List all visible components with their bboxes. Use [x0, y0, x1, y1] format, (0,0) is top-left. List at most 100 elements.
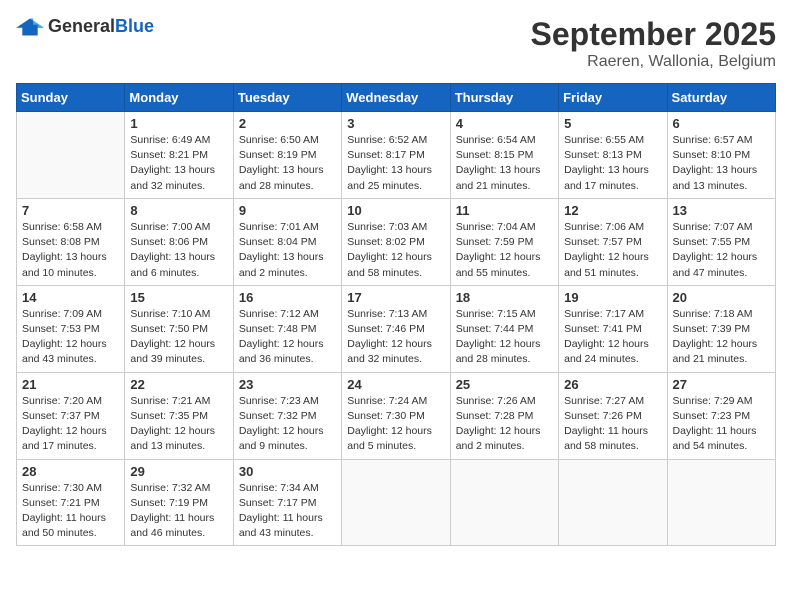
day-number: 3 — [347, 116, 444, 131]
day-info: Sunrise: 7:26 AMSunset: 7:28 PMDaylight:… — [456, 394, 553, 455]
day-number: 14 — [22, 290, 119, 305]
day-cell — [667, 459, 775, 546]
day-info: Sunrise: 7:00 AMSunset: 8:06 PMDaylight:… — [130, 220, 227, 281]
day-number: 23 — [239, 377, 336, 392]
day-cell: 27 Sunrise: 7:29 AMSunset: 7:23 PMDayligh… — [667, 372, 775, 459]
day-number: 30 — [239, 464, 336, 479]
day-number: 2 — [239, 116, 336, 131]
day-cell — [17, 112, 125, 199]
day-cell: 21 Sunrise: 7:20 AMSunset: 7:37 PMDayligh… — [17, 372, 125, 459]
day-info: Sunrise: 7:12 AMSunset: 7:48 PMDaylight:… — [239, 307, 336, 368]
day-number: 17 — [347, 290, 444, 305]
day-cell: 29Sunrise: 7:32 AMSunset: 7:19 PMDayligh… — [125, 459, 233, 546]
day-number: 12 — [564, 203, 661, 218]
day-info: Sunrise: 7:18 AMSunset: 7:39 PMDaylight:… — [673, 307, 770, 368]
day-number: 8 — [130, 203, 227, 218]
week-row-3: 14 Sunrise: 7:09 AMSunset: 7:53 PMDayligh… — [17, 285, 776, 372]
day-number: 4 — [456, 116, 553, 131]
day-number: 7 — [22, 203, 119, 218]
logo-general: General — [48, 16, 115, 36]
day-cell: 2 Sunrise: 6:50 AMSunset: 8:19 PMDaylight… — [233, 112, 341, 199]
location-title: Raeren, Wallonia, Belgium — [531, 53, 776, 71]
day-number: 24 — [347, 377, 444, 392]
day-number: 25 — [456, 377, 553, 392]
day-info: Sunrise: 7:34 AMSunset: 7:17 PMDaylight:… — [239, 481, 336, 542]
day-info: Sunrise: 7:07 AMSunset: 7:55 PMDaylight:… — [673, 220, 770, 281]
day-number: 6 — [673, 116, 770, 131]
day-number: 16 — [239, 290, 336, 305]
day-info: Sunrise: 7:30 AMSunset: 7:21 PMDaylight:… — [22, 481, 119, 542]
day-cell: 11 Sunrise: 7:04 AMSunset: 7:59 PMDayligh… — [450, 198, 558, 285]
day-number: 27 — [673, 377, 770, 392]
day-cell: 12Sunrise: 7:06 AMSunset: 7:57 PMDayligh… — [559, 198, 667, 285]
logo-text: GeneralBlue — [48, 16, 154, 37]
day-cell: 30 Sunrise: 7:34 AMSunset: 7:17 PMDayligh… — [233, 459, 341, 546]
day-cell: 25 Sunrise: 7:26 AMSunset: 7:28 PMDayligh… — [450, 372, 558, 459]
day-cell: 4 Sunrise: 6:54 AMSunset: 8:15 PMDaylight… — [450, 112, 558, 199]
day-info: Sunrise: 7:17 AMSunset: 7:41 PMDaylight:… — [564, 307, 661, 368]
header: GeneralBlue September 2025 Raeren, Wallo… — [16, 16, 776, 71]
day-cell: 7Sunrise: 6:58 AMSunset: 8:08 PMDaylight… — [17, 198, 125, 285]
day-cell — [450, 459, 558, 546]
day-info: Sunrise: 7:01 AMSunset: 8:04 PMDaylight:… — [239, 220, 336, 281]
day-cell: 15 Sunrise: 7:10 AMSunset: 7:50 PMDayligh… — [125, 285, 233, 372]
day-info: Sunrise: 7:20 AMSunset: 7:37 PMDaylight:… — [22, 394, 119, 455]
day-number: 13 — [673, 203, 770, 218]
day-cell: 17 Sunrise: 7:13 AMSunset: 7:46 PMDayligh… — [342, 285, 450, 372]
day-number: 5 — [564, 116, 661, 131]
day-cell: 19 Sunrise: 7:17 AMSunset: 7:41 PMDayligh… — [559, 285, 667, 372]
week-row-4: 21 Sunrise: 7:20 AMSunset: 7:37 PMDayligh… — [17, 372, 776, 459]
day-number: 9 — [239, 203, 336, 218]
logo-icon — [16, 17, 44, 37]
logo-blue: Blue — [115, 16, 154, 36]
day-cell: 8 Sunrise: 7:00 AMSunset: 8:06 PMDaylight… — [125, 198, 233, 285]
weekday-header-tuesday: Tuesday — [233, 84, 341, 112]
day-cell — [559, 459, 667, 546]
day-info: Sunrise: 6:54 AMSunset: 8:15 PMDaylight:… — [456, 133, 553, 194]
day-info: Sunrise: 6:49 AMSunset: 8:21 PMDaylight:… — [130, 133, 227, 194]
title-area: September 2025 Raeren, Wallonia, Belgium — [531, 16, 776, 71]
day-cell: 18 Sunrise: 7:15 AMSunset: 7:44 PMDayligh… — [450, 285, 558, 372]
day-info: Sunrise: 7:13 AMSunset: 7:46 PMDaylight:… — [347, 307, 444, 368]
day-number: 1 — [130, 116, 227, 131]
day-number: 11 — [456, 203, 553, 218]
day-info: Sunrise: 7:24 AMSunset: 7:30 PMDaylight:… — [347, 394, 444, 455]
day-cell: 16 Sunrise: 7:12 AMSunset: 7:48 PMDayligh… — [233, 285, 341, 372]
day-info: Sunrise: 6:57 AMSunset: 8:10 PMDaylight:… — [673, 133, 770, 194]
day-info: Sunrise: 7:32 AMSunset: 7:19 PMDaylight:… — [130, 481, 227, 542]
day-info: Sunrise: 7:10 AMSunset: 7:50 PMDaylight:… — [130, 307, 227, 368]
day-info: Sunrise: 6:50 AMSunset: 8:19 PMDaylight:… — [239, 133, 336, 194]
day-cell: 28 Sunrise: 7:30 AMSunset: 7:21 PMDayligh… — [17, 459, 125, 546]
day-info: Sunrise: 7:09 AMSunset: 7:53 PMDaylight:… — [22, 307, 119, 368]
day-info: Sunrise: 7:23 AMSunset: 7:32 PMDaylight:… — [239, 394, 336, 455]
day-number: 18 — [456, 290, 553, 305]
day-info: Sunrise: 7:03 AMSunset: 8:02 PMDaylight:… — [347, 220, 444, 281]
day-cell — [342, 459, 450, 546]
day-info: Sunrise: 7:04 AMSunset: 7:59 PMDaylight:… — [456, 220, 553, 281]
day-number: 15 — [130, 290, 227, 305]
weekday-header-row: SundayMondayTuesdayWednesdayThursdayFrid… — [17, 84, 776, 112]
day-number: 26 — [564, 377, 661, 392]
week-row-2: 7Sunrise: 6:58 AMSunset: 8:08 PMDaylight… — [17, 198, 776, 285]
day-info: Sunrise: 7:15 AMSunset: 7:44 PMDaylight:… — [456, 307, 553, 368]
logo: GeneralBlue — [16, 16, 154, 37]
day-cell: 10Sunrise: 7:03 AMSunset: 8:02 PMDayligh… — [342, 198, 450, 285]
day-number: 20 — [673, 290, 770, 305]
day-cell: 13 Sunrise: 7:07 AMSunset: 7:55 PMDayligh… — [667, 198, 775, 285]
day-cell: 5Sunrise: 6:55 AMSunset: 8:13 PMDaylight… — [559, 112, 667, 199]
month-title: September 2025 — [531, 16, 776, 53]
day-number: 19 — [564, 290, 661, 305]
weekday-header-friday: Friday — [559, 84, 667, 112]
day-info: Sunrise: 7:29 AMSunset: 7:23 PMDaylight:… — [673, 394, 770, 455]
weekday-header-monday: Monday — [125, 84, 233, 112]
calendar: SundayMondayTuesdayWednesdayThursdayFrid… — [16, 83, 776, 546]
weekday-header-wednesday: Wednesday — [342, 84, 450, 112]
day-number: 28 — [22, 464, 119, 479]
day-cell: 9 Sunrise: 7:01 AMSunset: 8:04 PMDaylight… — [233, 198, 341, 285]
day-cell: 26Sunrise: 7:27 AMSunset: 7:26 PMDayligh… — [559, 372, 667, 459]
day-cell: 14 Sunrise: 7:09 AMSunset: 7:53 PMDayligh… — [17, 285, 125, 372]
weekday-header-sunday: Sunday — [17, 84, 125, 112]
day-cell: 23 Sunrise: 7:23 AMSunset: 7:32 PMDayligh… — [233, 372, 341, 459]
day-number: 21 — [22, 377, 119, 392]
weekday-header-thursday: Thursday — [450, 84, 558, 112]
